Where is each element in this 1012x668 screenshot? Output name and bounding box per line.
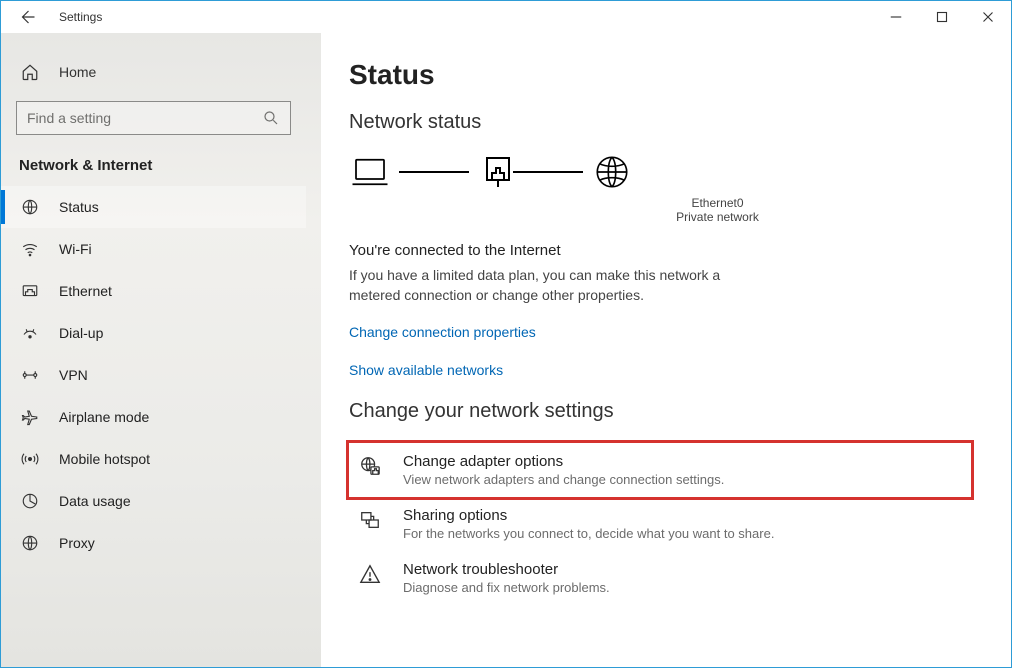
connected-description: If you have a limited data plan, you can… [349, 265, 769, 306]
hotspot-icon [21, 450, 39, 468]
network-type: Private network [464, 210, 971, 224]
page-title: Status [349, 59, 971, 91]
card-title: Network troubleshooter [403, 561, 610, 578]
card-network-troubleshooter[interactable]: Network troubleshooter Diagnose and fix … [349, 551, 971, 605]
data-usage-icon [21, 492, 39, 510]
sidebar-item-label: Ethernet [59, 283, 112, 299]
home-label: Home [59, 64, 96, 80]
nav-list: Status Wi-Fi Ethernet Dial-up VPN Airpla… [1, 186, 306, 564]
window-title: Settings [59, 10, 102, 24]
sidebar-item-ethernet[interactable]: Ethernet [1, 270, 306, 312]
sidebar-item-label: Proxy [59, 535, 95, 551]
search-icon [262, 109, 280, 127]
network-diagram [349, 154, 971, 190]
card-change-adapter-options[interactable]: Change adapter options View network adap… [349, 443, 971, 497]
home-nav[interactable]: Home [1, 53, 306, 91]
dialup-icon [21, 324, 39, 342]
laptop-icon [349, 154, 391, 190]
sidebar-item-label: VPN [59, 367, 88, 383]
link-change-connection-properties[interactable]: Change connection properties [349, 324, 971, 340]
card-sharing-options[interactable]: Sharing options For the networks you con… [349, 497, 971, 551]
sidebar-item-wifi[interactable]: Wi-Fi [1, 228, 306, 270]
proxy-icon [21, 534, 39, 552]
warning-triangle-icon [359, 561, 385, 585]
card-title: Sharing options [403, 507, 774, 524]
sidebar-item-hotspot[interactable]: Mobile hotspot [1, 438, 306, 480]
sidebar-item-vpn[interactable]: VPN [1, 354, 306, 396]
category-heading: Network & Internet [1, 149, 306, 186]
back-button[interactable] [7, 1, 47, 33]
maximize-button[interactable] [919, 1, 965, 33]
sidebar-item-status[interactable]: Status [1, 186, 306, 228]
card-desc: Diagnose and fix network problems. [403, 580, 610, 595]
search-input[interactable]: Find a setting [16, 101, 291, 135]
internet-globe-icon [591, 154, 633, 190]
ethernet-icon [21, 282, 39, 300]
sidebar-item-dialup[interactable]: Dial-up [1, 312, 306, 354]
connected-heading: You're connected to the Internet [349, 242, 971, 259]
sidebar-item-label: Wi-Fi [59, 241, 92, 257]
adapter-icon [477, 154, 505, 190]
titlebar: Settings [1, 1, 1011, 33]
section-network-status: Network status [349, 111, 971, 134]
wifi-icon [21, 240, 39, 258]
minimize-button[interactable] [873, 1, 919, 33]
adapter-globe-icon [359, 453, 385, 477]
sidebar: Home Find a setting Network & Internet S… [1, 33, 321, 667]
sidebar-item-airplane[interactable]: Airplane mode [1, 396, 306, 438]
sidebar-item-label: Airplane mode [59, 409, 149, 425]
close-button[interactable] [965, 1, 1011, 33]
sidebar-item-label: Data usage [59, 493, 131, 509]
sharing-icon [359, 507, 385, 531]
connection-line [513, 171, 583, 173]
sidebar-item-datausage[interactable]: Data usage [1, 480, 306, 522]
sidebar-item-label: Status [59, 199, 99, 215]
card-title: Change adapter options [403, 453, 724, 470]
search-placeholder: Find a setting [27, 110, 111, 126]
connection-line [399, 171, 469, 173]
sidebar-item-label: Dial-up [59, 325, 103, 341]
globe-icon [21, 198, 39, 216]
sidebar-item-proxy[interactable]: Proxy [1, 522, 306, 564]
sidebar-item-label: Mobile hotspot [59, 451, 150, 467]
vpn-icon [21, 366, 39, 384]
home-icon [21, 63, 39, 81]
section-change-settings: Change your network settings [349, 400, 971, 423]
link-show-available-networks[interactable]: Show available networks [349, 362, 971, 378]
main-content: Status Network status Ethernet0 Private … [321, 33, 1011, 667]
card-desc: For the networks you connect to, decide … [403, 526, 774, 541]
diagram-label: Ethernet0 Private network [464, 196, 971, 224]
card-desc: View network adapters and change connect… [403, 472, 724, 487]
airplane-icon [21, 408, 39, 426]
adapter-name: Ethernet0 [464, 196, 971, 210]
